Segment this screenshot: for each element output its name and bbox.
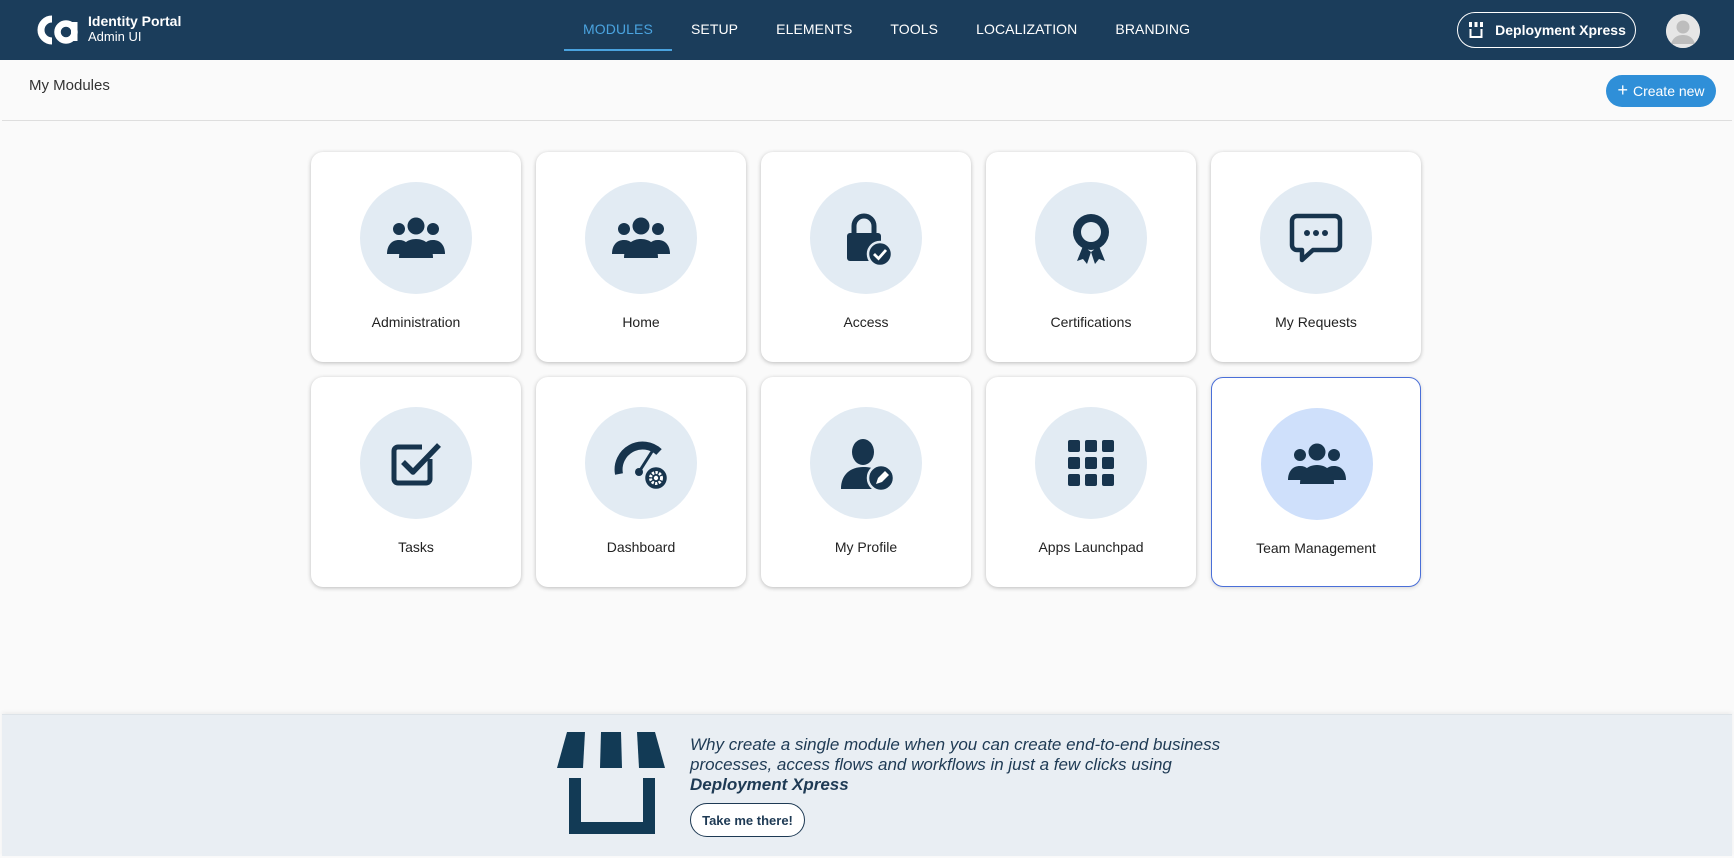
module-card-apps-launchpad[interactable]: Apps Launchpad [986, 377, 1196, 587]
module-label: Apps Launchpad [1038, 539, 1144, 555]
create-new-label: Create new [1632, 83, 1705, 99]
module-label: Access [843, 314, 889, 330]
app-brand: Identity Portal Admin UI [88, 13, 181, 45]
nav-branding[interactable]: BRANDING [1096, 0, 1209, 60]
nav-tools[interactable]: TOOLS [871, 0, 957, 60]
module-card-my-profile[interactable]: My Profile [761, 377, 971, 587]
award-ribbon-icon [1073, 214, 1109, 264]
users-group-icon [1288, 443, 1346, 484]
nav-modules[interactable]: MODULES [564, 0, 672, 60]
module-label: Certifications [1050, 314, 1132, 330]
module-card-dashboard[interactable]: Dashboard [536, 377, 746, 587]
module-card-home[interactable]: Home [536, 152, 746, 362]
deployment-xpress-promo: Why create a single module when you can … [2, 714, 1732, 856]
page-title: My Modules [29, 77, 110, 94]
module-label: Home [622, 314, 660, 330]
main-nav: MODULES SETUP ELEMENTS TOOLS LOCALIZATIO… [564, 0, 1209, 60]
ca-logo[interactable] [30, 10, 82, 50]
module-label: My Requests [1275, 314, 1357, 330]
promo-text: Why create a single module when you can … [690, 735, 1250, 795]
nav-localization[interactable]: LOCALIZATION [957, 0, 1096, 60]
lock-check-icon [847, 213, 894, 268]
app-subtitle: Admin UI [88, 29, 142, 44]
module-card-team-management[interactable]: Team Management [1211, 377, 1421, 587]
module-label: Team Management [1256, 540, 1376, 556]
store-icon [557, 732, 665, 834]
create-new-button[interactable]: + Create new [1606, 75, 1716, 107]
promo-message: Why create a single module when you can … [690, 735, 1221, 774]
users-group-icon [612, 217, 670, 258]
app-name: Identity Portal [88, 13, 182, 29]
store-icon [1469, 22, 1484, 38]
module-card-tasks[interactable]: Tasks [311, 377, 521, 587]
deployment-xpress-label: Deployment Xpress [1495, 22, 1626, 38]
user-avatar-icon [1666, 14, 1700, 48]
page-header: My Modules + Create new [2, 60, 1732, 121]
promo-highlight: Deployment Xpress [690, 775, 849, 794]
deployment-xpress-button[interactable]: Deployment Xpress [1457, 12, 1636, 48]
module-card-access[interactable]: Access [761, 152, 971, 362]
modules-grid: Administration Home Access Certification… [311, 152, 1422, 587]
module-card-certifications[interactable]: Certifications [986, 152, 1196, 362]
module-label: My Profile [834, 539, 898, 555]
module-label: Dashboard [606, 539, 676, 555]
nav-setup[interactable]: SETUP [672, 0, 757, 60]
chat-bubble-icon [1289, 213, 1343, 263]
gauge-gear-icon [614, 441, 670, 492]
checkbox-icon [391, 443, 441, 486]
user-avatar[interactable] [1666, 14, 1700, 48]
users-group-icon [387, 217, 445, 258]
module-card-my-requests[interactable]: My Requests [1211, 152, 1421, 362]
take-me-there-button[interactable]: Take me there! [690, 803, 805, 837]
module-label: Tasks [398, 539, 434, 555]
nav-elements[interactable]: ELEMENTS [757, 0, 871, 60]
top-navigation-bar: Identity Portal Admin UI MODULES SETUP E… [0, 0, 1734, 60]
plus-icon: + [1617, 80, 1628, 100]
module-card-administration[interactable]: Administration [311, 152, 521, 362]
grid-apps-icon [1068, 440, 1114, 486]
module-label: Administration [371, 314, 461, 330]
user-edit-icon [841, 439, 896, 493]
